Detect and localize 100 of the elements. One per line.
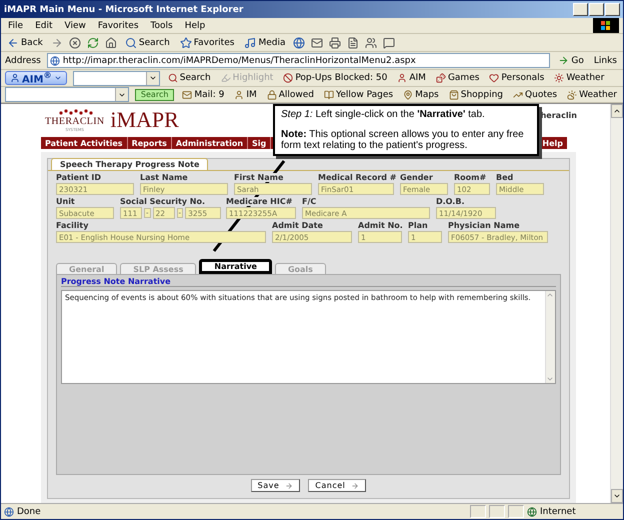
chart-icon — [513, 90, 524, 100]
toolbar-button[interactable]: Mail: 9 — [180, 90, 226, 100]
envelope-icon — [182, 90, 192, 100]
people-icon[interactable] — [365, 36, 378, 48]
toolbar-button[interactable]: Favorites — [178, 36, 236, 48]
aim-button[interactable]: AIM$^{®}$ — [5, 71, 67, 85]
forward-icon[interactable] — [50, 36, 63, 48]
globe-icon[interactable] — [293, 36, 306, 48]
field-label: Medicare HIC# — [226, 197, 292, 206]
highlighter-icon — [220, 73, 231, 83]
document-icon[interactable] — [347, 36, 360, 48]
field-label: Physician Name — [448, 221, 520, 230]
toolbar-button[interactable]: Search — [122, 36, 172, 48]
field-label: Last Name — [140, 173, 188, 182]
nav-menu-item[interactable]: Administration — [172, 137, 248, 149]
menu-item[interactable]: File — [5, 20, 26, 30]
field-label: First Name — [234, 173, 284, 182]
toolbar-button[interactable]: Allowed — [264, 90, 316, 100]
search-icon — [124, 36, 137, 48]
field-label: Social Security No. — [120, 197, 206, 206]
toolbar-button[interactable]: Weather — [565, 90, 619, 100]
printer-icon[interactable] — [329, 36, 342, 48]
window-title: iMAPR Main Menu - Microsoft Internet Explorer — [4, 4, 244, 14]
heart-icon — [489, 73, 500, 83]
weather-icon — [567, 90, 578, 100]
refresh-icon[interactable] — [86, 36, 99, 48]
form-button[interactable]: Cancel — [308, 479, 366, 492]
dice-icon — [436, 73, 446, 83]
menu-item[interactable]: View — [62, 20, 89, 30]
star-icon — [180, 36, 192, 48]
status-text: Done — [17, 506, 42, 516]
toolbar-button[interactable]: Yellow Pages — [322, 90, 396, 100]
field-label: Room# — [454, 173, 486, 182]
tab[interactable]: Narrative — [199, 259, 272, 274]
menu-item[interactable]: Edit — [32, 20, 56, 30]
toolbar-button[interactable]: Pop-Ups Blocked: 50 — [281, 73, 390, 83]
address-field[interactable]: http://imapr.theraclin.com/iMAPRDemo/Menus/TheraclinHorizontalMenu2.aspx — [46, 53, 550, 68]
field-label: Facility — [56, 221, 88, 230]
form-button[interactable]: Save — [250, 479, 300, 492]
address-label: Address — [5, 56, 41, 66]
arrow-icon — [558, 55, 570, 66]
step-text: Step 1: Left single-click on the 'Narrative' tab. — [281, 109, 486, 120]
page-icon — [4, 506, 14, 516]
toolbar-button[interactable]: Maps — [401, 90, 441, 100]
blocked-icon — [283, 73, 294, 83]
menu-item[interactable]: Tools — [148, 20, 176, 30]
nav-menu-item[interactable]: Patient Activities — [41, 137, 128, 149]
nav-menu-item[interactable]: Sig — [248, 137, 272, 149]
nav-menu-item[interactable]: Help — [538, 137, 567, 149]
toolbar-button[interactable]: Shopping — [446, 90, 506, 100]
section-title: Progress Note Narrative — [61, 277, 556, 287]
toolbar-button[interactable]: Weather — [552, 73, 606, 83]
book-icon — [324, 90, 334, 100]
toolbar-button[interactable]: Quotes — [511, 90, 560, 100]
toolbar-button[interactable]: Media — [242, 36, 288, 48]
zone-text: Internet — [540, 506, 577, 516]
search-field[interactable] — [5, 87, 129, 102]
stop-icon[interactable] — [68, 36, 81, 48]
field-label: Admit No. — [358, 221, 403, 230]
scroll-up-icon[interactable] — [613, 107, 621, 115]
chat-icon[interactable] — [383, 36, 396, 48]
toolbar-button[interactable]: Games — [434, 73, 482, 83]
toolbar-button[interactable]: Personals — [487, 73, 546, 83]
maximize-button[interactable] — [589, 3, 604, 16]
person-icon — [10, 73, 20, 83]
toolbar-button[interactable]: Back — [5, 36, 45, 48]
shopping-bag-icon — [448, 90, 459, 100]
scroll-down-icon[interactable] — [613, 492, 621, 500]
mail-icon[interactable] — [311, 36, 324, 48]
aim-search-field[interactable] — [72, 70, 160, 86]
field-label: D.O.B. — [436, 197, 464, 206]
field-label: Unit — [56, 197, 75, 206]
close-button[interactable] — [605, 3, 620, 16]
url-text: http://imapr.theraclin.com/iMAPRDemo/Menus/TheraclinHorizontalMenu2.aspx — [62, 56, 416, 66]
nav-menu-item[interactable]: Reports — [128, 137, 172, 149]
arrow-icon — [285, 482, 294, 490]
field-label: Patient ID — [56, 173, 101, 182]
search-button[interactable]: Search — [134, 88, 174, 100]
toolbar-button[interactable]: AIM — [395, 73, 428, 83]
go-button[interactable]: Go — [556, 55, 586, 66]
field-label: Plan — [408, 221, 428, 230]
map-pin-icon — [403, 90, 414, 100]
field-label: Admit Date — [272, 221, 323, 230]
field-label: Medical Record # — [318, 173, 397, 182]
menu-item[interactable]: Help — [182, 20, 208, 30]
search-icon — [168, 73, 178, 83]
user-name-text: heraclin — [540, 111, 577, 120]
links-button[interactable]: Links — [592, 56, 619, 66]
toolbar-button[interactable]: Search — [166, 73, 213, 83]
page-icon — [50, 56, 60, 66]
lock-icon — [266, 90, 277, 100]
home-icon[interactable] — [104, 36, 117, 48]
person-icon — [397, 73, 408, 83]
menu-item[interactable]: Favorites — [94, 20, 142, 30]
minimize-button[interactable] — [573, 3, 588, 16]
note-text: Note: This optional screen allows you to enter any free form text relating to the patient's progress. — [281, 129, 525, 151]
toolbar-button[interactable]: IM — [232, 90, 259, 100]
page-scrollbar[interactable] — [610, 104, 623, 503]
field-label: Bed — [496, 173, 514, 182]
field-label: F/C — [302, 197, 316, 206]
